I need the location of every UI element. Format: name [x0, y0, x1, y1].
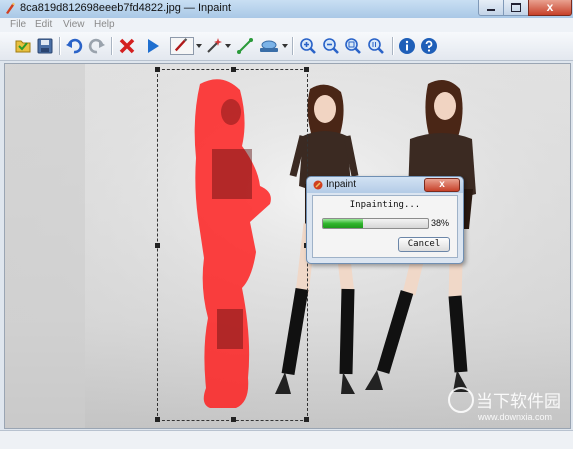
- undo-icon[interactable]: [65, 37, 83, 55]
- dialog-body: Inpainting... 38% Cancel: [312, 195, 458, 258]
- chevron-down-icon[interactable]: [196, 44, 202, 48]
- title-bar: 8ca819d812698eeeb7fd4822.jpg — Inpaint x: [0, 0, 573, 19]
- marker-icon[interactable]: [170, 37, 194, 55]
- menu-help[interactable]: Help: [94, 19, 115, 30]
- app-icon: [313, 180, 323, 190]
- zoom-fit-icon[interactable]: [344, 37, 362, 55]
- resize-handle[interactable]: [155, 417, 160, 422]
- watermark-text: 当下软件园: [476, 392, 561, 412]
- chevron-down-icon[interactable]: [282, 44, 288, 48]
- resize-handle[interactable]: [304, 417, 309, 422]
- selection-rectangle[interactable]: [155, 67, 309, 422]
- zoom-out-icon[interactable]: [322, 37, 340, 55]
- cancel-button[interactable]: Cancel: [398, 237, 450, 252]
- help-icon[interactable]: [420, 37, 438, 55]
- status-bar: [0, 430, 573, 449]
- resize-handle[interactable]: [231, 417, 236, 422]
- open-icon[interactable]: [14, 37, 32, 55]
- watermark: 当下软件园 www.downxia.com: [448, 387, 563, 427]
- dialog-close-button[interactable]: x: [424, 178, 460, 192]
- save-icon[interactable]: [36, 37, 54, 55]
- toolbar-separator: [292, 37, 294, 55]
- line-icon[interactable]: [236, 37, 254, 55]
- menu-edit[interactable]: Edit: [35, 19, 52, 30]
- zoom-in-icon[interactable]: [299, 37, 317, 55]
- menu-view[interactable]: View: [63, 19, 85, 30]
- redo-icon[interactable]: [88, 37, 106, 55]
- chevron-down-icon[interactable]: [225, 44, 231, 48]
- magic-wand-icon[interactable]: [205, 37, 223, 55]
- progress-bar: [322, 218, 429, 229]
- menu-file[interactable]: File: [10, 19, 26, 30]
- close-button[interactable]: x: [528, 0, 572, 16]
- toolbar-separator: [392, 37, 394, 55]
- minimize-button[interactable]: [478, 0, 504, 16]
- resize-handle[interactable]: [231, 67, 236, 72]
- toolbar: [0, 32, 573, 61]
- toolbar-separator: [111, 37, 113, 55]
- dialog-title: Inpaint: [326, 179, 357, 190]
- info-icon[interactable]: [398, 37, 416, 55]
- resize-handle[interactable]: [155, 67, 160, 72]
- dialog-title-bar: Inpaint x: [307, 177, 463, 193]
- zoom-actual-icon[interactable]: [367, 37, 385, 55]
- maximize-button[interactable]: [503, 0, 529, 16]
- resize-handle[interactable]: [155, 243, 160, 248]
- progress-percent: 38%: [431, 218, 450, 228]
- window-title: 8ca819d812698eeeb7fd4822.jpg — Inpaint: [20, 2, 232, 14]
- stamp-icon[interactable]: [258, 37, 280, 55]
- status-message: Inpainting...: [349, 200, 421, 210]
- delete-icon[interactable]: [118, 37, 136, 55]
- watermark-url: www.downxia.com: [478, 412, 553, 422]
- progress-fill: [323, 219, 363, 228]
- toolbar-separator: [59, 37, 61, 55]
- inpaint-progress-dialog: Inpaint x Inpainting... 38% Cancel: [306, 176, 464, 264]
- run-icon[interactable]: [144, 37, 162, 55]
- menu-bar: File Edit View Help: [0, 18, 573, 32]
- watermark-logo-icon: [448, 387, 474, 413]
- app-icon: [6, 2, 15, 14]
- resize-handle[interactable]: [304, 67, 309, 72]
